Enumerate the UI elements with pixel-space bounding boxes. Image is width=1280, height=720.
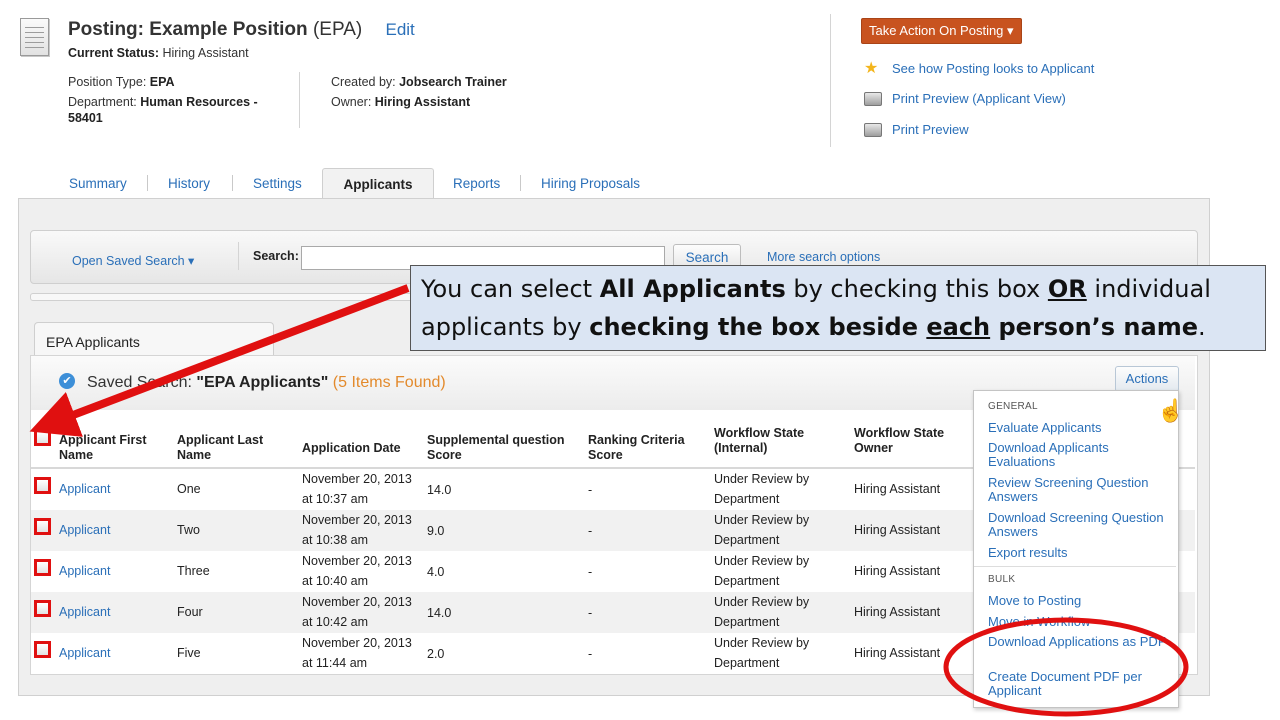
callout-emphasis: person’s name (990, 313, 1198, 341)
application-time: at 10:37 am (302, 492, 369, 506)
workflow-state-owner: Hiring Assistant (854, 605, 941, 619)
workflow-state: Under Review by (714, 636, 810, 650)
applicant-first-name-link[interactable]: Applicant (59, 479, 110, 499)
callout-text: . (1197, 313, 1206, 341)
ranking-score: - (588, 565, 593, 579)
workflow-state-detail: Department (714, 492, 780, 506)
ranking-score: - (588, 606, 593, 620)
application-time: at 11:44 am (302, 656, 368, 670)
callout-emphasis: each (926, 313, 991, 341)
callout-emphasis: OR (1047, 275, 1087, 303)
supplemental-score: 2.0 (427, 647, 445, 661)
workflow-state-detail: Department (714, 656, 780, 670)
workflow-state-owner: Hiring Assistant (854, 482, 941, 496)
workflow-state: Under Review by (714, 472, 810, 486)
application-time: at 10:38 am (302, 533, 369, 547)
workflow-state: Under Review by (714, 595, 810, 609)
callout-text: by checking this box (785, 275, 1048, 303)
annotation-highlight-box (34, 641, 51, 658)
annotation-highlight-box (34, 559, 51, 576)
ranking-score: - (588, 524, 593, 538)
supplemental-score: 14.0 (427, 483, 452, 497)
supplemental-score: 4.0 (427, 565, 445, 579)
ranking-score: - (588, 483, 593, 497)
applicant-first-name-link[interactable]: Applicant (59, 561, 110, 581)
instruction-callout: You can select All Applicants by checkin… (410, 265, 1266, 351)
workflow-state-detail: Department (714, 615, 780, 629)
workflow-state-detail: Department (714, 533, 780, 547)
applicant-last-name: One (177, 482, 201, 496)
applicant-first-name-link[interactable]: Applicant (59, 643, 110, 663)
callout-text: You can select (421, 275, 600, 303)
workflow-state-owner: Hiring Assistant (854, 564, 941, 578)
application-date: November 20, 2013 (302, 513, 412, 527)
annotation-arrow (29, 284, 410, 437)
annotation-highlight-box (34, 477, 51, 494)
applicant-last-name: Two (177, 523, 200, 537)
applicant-first-name-link[interactable]: Applicant (59, 602, 110, 622)
annotation-ellipse (943, 617, 1189, 717)
application-date: November 20, 2013 (302, 472, 412, 486)
workflow-state-detail: Department (714, 574, 780, 588)
callout-emphasis: checking the box beside (589, 313, 927, 341)
application-time: at 10:42 am (302, 615, 369, 629)
application-time: at 10:40 am (302, 574, 369, 588)
annotation-highlight-box (34, 600, 51, 617)
applicant-first-name-link[interactable]: Applicant (59, 520, 110, 540)
annotation-highlight-box (34, 518, 51, 535)
applicant-last-name: Four (177, 605, 203, 619)
supplemental-score: 14.0 (427, 606, 452, 620)
application-date: November 20, 2013 (302, 595, 412, 609)
applicant-last-name: Five (177, 646, 201, 660)
applicant-last-name: Three (177, 564, 210, 578)
ranking-score: - (588, 647, 593, 661)
callout-emphasis: All Applicants (599, 275, 786, 303)
workflow-state-owner: Hiring Assistant (854, 523, 941, 537)
workflow-state-owner: Hiring Assistant (854, 646, 941, 660)
application-date: November 20, 2013 (302, 554, 412, 568)
workflow-state: Under Review by (714, 554, 810, 568)
hand-cursor-icon: ☝ (1157, 398, 1185, 423)
application-date: November 20, 2013 (302, 636, 412, 650)
supplemental-score: 9.0 (427, 524, 445, 538)
workflow-state: Under Review by (714, 513, 810, 527)
